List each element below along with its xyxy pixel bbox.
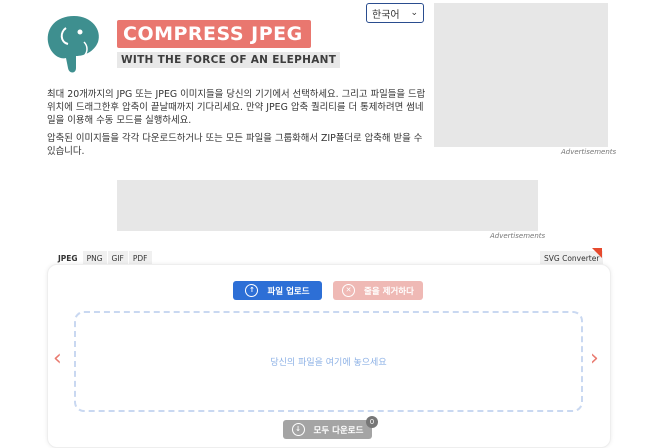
drop-zone[interactable]: 당신의 파일을 여기에 놓으세요 <box>74 311 583 412</box>
upload-arrow-icon: ↑ <box>245 284 259 297</box>
ad-banner-middle <box>117 180 538 231</box>
elephant-logo-icon <box>47 16 99 73</box>
clear-queue-label: 줄을 제거하다 <box>364 286 414 297</box>
download-arrow-icon: ↓ <box>291 423 305 436</box>
brand-tagline: WITH THE FORCE OF AN ELEPHANT <box>117 52 341 68</box>
brand: COMPRESS JPEG WITH THE FORCE OF AN ELEPH… <box>117 20 341 68</box>
ad-label-middle: Advertisements <box>490 232 546 240</box>
upload-files-button[interactable]: ↑ 파일 업로드 <box>233 281 322 300</box>
drop-zone-text: 당신의 파일을 여기에 놓으세요 <box>270 358 387 368</box>
download-count-badge: 0 <box>366 416 378 428</box>
chevron-down-icon: ⌄ <box>410 8 418 18</box>
brand-title: COMPRESS JPEG <box>117 20 311 48</box>
ad-label-right: Advertisements <box>561 148 617 156</box>
language-select[interactable]: 한국어 ⌄ <box>366 3 424 23</box>
upload-files-label: 파일 업로드 <box>267 286 310 297</box>
language-label: 한국어 <box>372 9 400 21</box>
ad-banner-right <box>434 3 608 147</box>
chevron-right-icon[interactable]: › <box>590 346 599 371</box>
download-all-button[interactable]: ↓ 모두 다운로드 <box>283 420 372 439</box>
intro-paragraph-1: 최대 20개까지의 JPG 또는 JPEG 이미지들을 당신의 기기에서 선택하… <box>47 89 426 126</box>
intro-text: 최대 20개까지의 JPG 또는 JPEG 이미지들을 당신의 기기에서 선택하… <box>47 88 427 163</box>
chevron-left-icon[interactable]: ‹ <box>53 346 62 371</box>
clear-queue-button[interactable]: ✕ 줄을 제거하다 <box>333 281 423 300</box>
download-all-label: 모두 다운로드 <box>313 425 364 436</box>
intro-paragraph-2: 압축된 이미지들을 각각 다운로드하거나 또는 모든 파일을 그룹화해서 ZIP… <box>47 133 423 157</box>
close-icon: ✕ <box>342 284 356 297</box>
